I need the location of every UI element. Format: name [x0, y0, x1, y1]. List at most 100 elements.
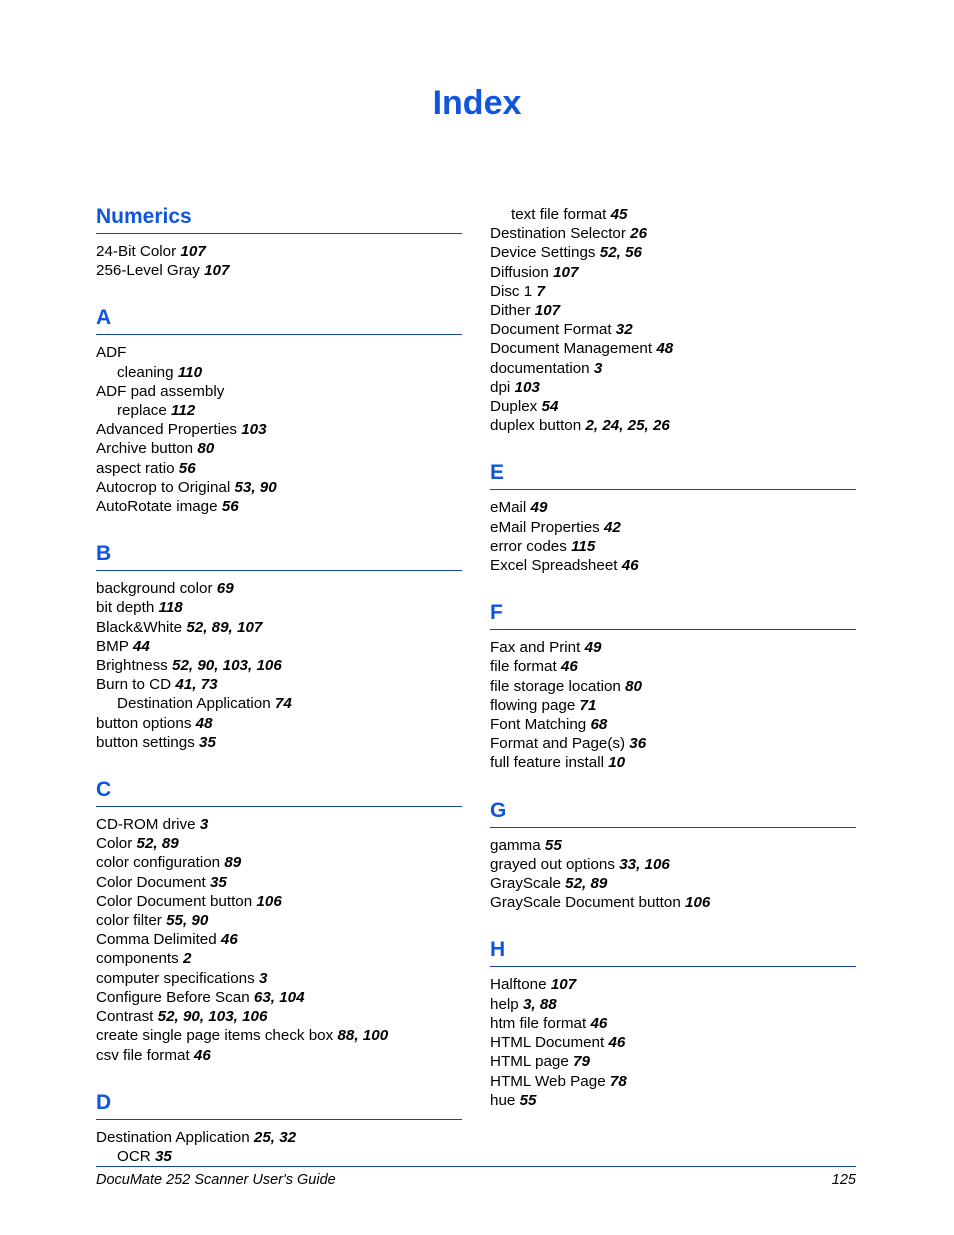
index-entry-pages: 46 — [560, 658, 578, 676]
index-entry: BMP 44 — [96, 637, 462, 656]
index-entry: file format 46 — [490, 657, 856, 676]
index-entry-term: create single page items check box — [96, 1027, 334, 1045]
index-entry-pages: 3 — [258, 969, 268, 987]
index-entry-pages: 52, 56 — [599, 244, 642, 262]
index-entry-term: Destination Selector — [490, 225, 626, 243]
section-divider — [490, 826, 856, 828]
index-entry-term: Font Matching — [490, 716, 587, 734]
index-entry-term: eMail Properties — [490, 518, 600, 536]
index-entry-term: components — [96, 950, 179, 968]
index-entry-term: BMP — [96, 637, 129, 655]
section-heading: G — [490, 798, 507, 822]
index-entry-term: CD-ROM drive — [96, 816, 196, 834]
index-entry-term: flowing page — [490, 696, 576, 714]
index-entry-pages: 25, 32 — [253, 1128, 297, 1146]
index-entry: Color Document 35 — [96, 873, 462, 892]
index-entry-term: Comma Delimited — [96, 931, 217, 949]
section-divider — [96, 570, 462, 572]
index-entry: Format and Page(s) 36 — [490, 734, 856, 753]
index-entry: GrayScale 52, 89 — [490, 874, 856, 893]
index-entry: Disc 1 7 — [490, 282, 856, 301]
index-subentry: OCR 35 — [96, 1147, 462, 1166]
index-entry: Diffusion 107 — [490, 263, 856, 282]
index-entry-list: gamma 55 grayed out options 33, 106 GraySc… — [490, 836, 856, 913]
index-section: C CD-ROM drive 3 Color 52, 89 color configu… — [96, 778, 462, 1065]
index-entry: file storage location 80 — [490, 677, 856, 696]
index-entry-list: Destination Application 25, 32 OCR 35 — [96, 1128, 462, 1166]
index-entry-pages: 52, 89 — [565, 875, 608, 893]
index-entry-list: CD-ROM drive 3 Color 52, 89 color configur… — [96, 815, 462, 1065]
index-entry: full feature install 10 — [490, 753, 856, 772]
index-entry-term: hue — [490, 1091, 516, 1109]
index-entry-pages: 118 — [158, 599, 183, 617]
index-entry-term: Advanced Properties — [96, 421, 237, 439]
index-entry: documentation 3 — [490, 359, 856, 378]
index-entry-pages: 2, 24, 25, 26 — [585, 417, 670, 435]
index-entry-pages: 103 — [514, 378, 540, 396]
index-entry-pages: 80 — [625, 677, 642, 695]
index-entry: Device Settings 52, 56 — [490, 243, 856, 262]
index-entry-term: HTML page — [490, 1053, 569, 1071]
section-heading: Numerics — [96, 205, 192, 228]
index-entry-pages: 35 — [199, 733, 216, 751]
index-entry-term: aspect ratio — [96, 459, 175, 477]
index-entry-term: Format and Page(s) — [490, 735, 626, 753]
index-entry-term: Excel Spreadsheet — [490, 557, 618, 575]
index-entry-pages: 35 — [209, 873, 227, 891]
index-entry-term: Autocrop to Original — [96, 478, 231, 496]
index-entry: button options 48 — [96, 714, 462, 733]
index-entry: color filter 55, 90 — [96, 911, 462, 930]
index-entry-term: Archive button — [96, 440, 194, 458]
index-entry-pages: 106 — [685, 894, 711, 912]
index-entry-term: HTML Web Page — [490, 1072, 606, 1090]
section-heading: A — [96, 306, 112, 330]
index-entry-pages: 110 — [177, 363, 203, 381]
index-entry-term: dpi — [490, 378, 511, 396]
index-entry-pages: 79 — [573, 1053, 590, 1071]
index-entry: flowing page 71 — [490, 696, 856, 715]
index-entry-term: csv file format — [96, 1046, 190, 1064]
index-column-right: text file format 45 Destination Selector … — [490, 205, 856, 1110]
index-entry-term: 256-Level Gray — [96, 262, 200, 280]
index-entry-pages: 78 — [609, 1072, 627, 1090]
index-entry: create single page items check box 88, 1… — [96, 1026, 462, 1045]
index-entry-pages: 52, 89, 107 — [186, 618, 263, 636]
index-entry-pages: 32 — [615, 321, 633, 339]
index-entry: Destination Application 25, 32 — [96, 1128, 462, 1147]
index-entry-term: button settings — [96, 733, 195, 751]
index-section: A ADF cleaning 110 ADF pad assembly replace … — [96, 306, 462, 516]
index-page: Index Numerics 24-Bit Color 107 256-Level … — [0, 0, 954, 1235]
index-entry-pages: 35 — [154, 1147, 172, 1165]
index-entry-term: Color Document button — [96, 892, 253, 910]
index-entry-term: 24-Bit Color — [96, 243, 177, 260]
index-entry-pages: 115 — [571, 537, 596, 555]
index-entry: AutoRotate image 56 — [96, 497, 462, 516]
index-subentry: text file format 45 — [490, 205, 856, 224]
index-entry-term: duplex button — [490, 417, 582, 435]
index-entry: bit depth 118 — [96, 598, 462, 617]
index-entry-pages: 55, 90 — [166, 912, 209, 930]
index-entry-list: text file format 45 Destination Selector … — [490, 205, 856, 435]
index-entry-term: Disc 1 — [490, 282, 533, 300]
section-heading: B — [96, 542, 112, 566]
index-entry-pages: 46 — [193, 1046, 211, 1064]
index-entry-term: grayed out options — [490, 855, 615, 873]
index-entry-pages: 36 — [629, 735, 647, 753]
index-entry: background color 69 — [96, 579, 462, 598]
index-entry-pages: 2 — [182, 950, 192, 968]
index-entry-term: Halftone — [490, 976, 547, 994]
index-entry-term: Document Format — [490, 321, 612, 339]
index-entry: Destination Selector 26 — [490, 224, 856, 243]
index-entry-pages: 80 — [197, 440, 215, 458]
index-entry: Color Document button 106 — [96, 892, 462, 911]
index-entry-term: error codes — [490, 537, 567, 555]
index-entry-pages: 26 — [630, 225, 648, 243]
index-entry-term: full feature install — [490, 754, 604, 772]
index-section: Ggamma 55 grayed out options 33, 106 GrayS… — [490, 799, 856, 913]
index-subentry: replace 112 — [96, 401, 462, 420]
index-entry: Excel Spreadsheet 46 — [490, 556, 856, 575]
section-heading: D — [96, 1090, 112, 1114]
index-entry: HTML Document 46 — [490, 1033, 856, 1052]
index-entry-term: Destination Application — [117, 695, 271, 713]
index-entry-term: Black&White — [96, 618, 183, 636]
